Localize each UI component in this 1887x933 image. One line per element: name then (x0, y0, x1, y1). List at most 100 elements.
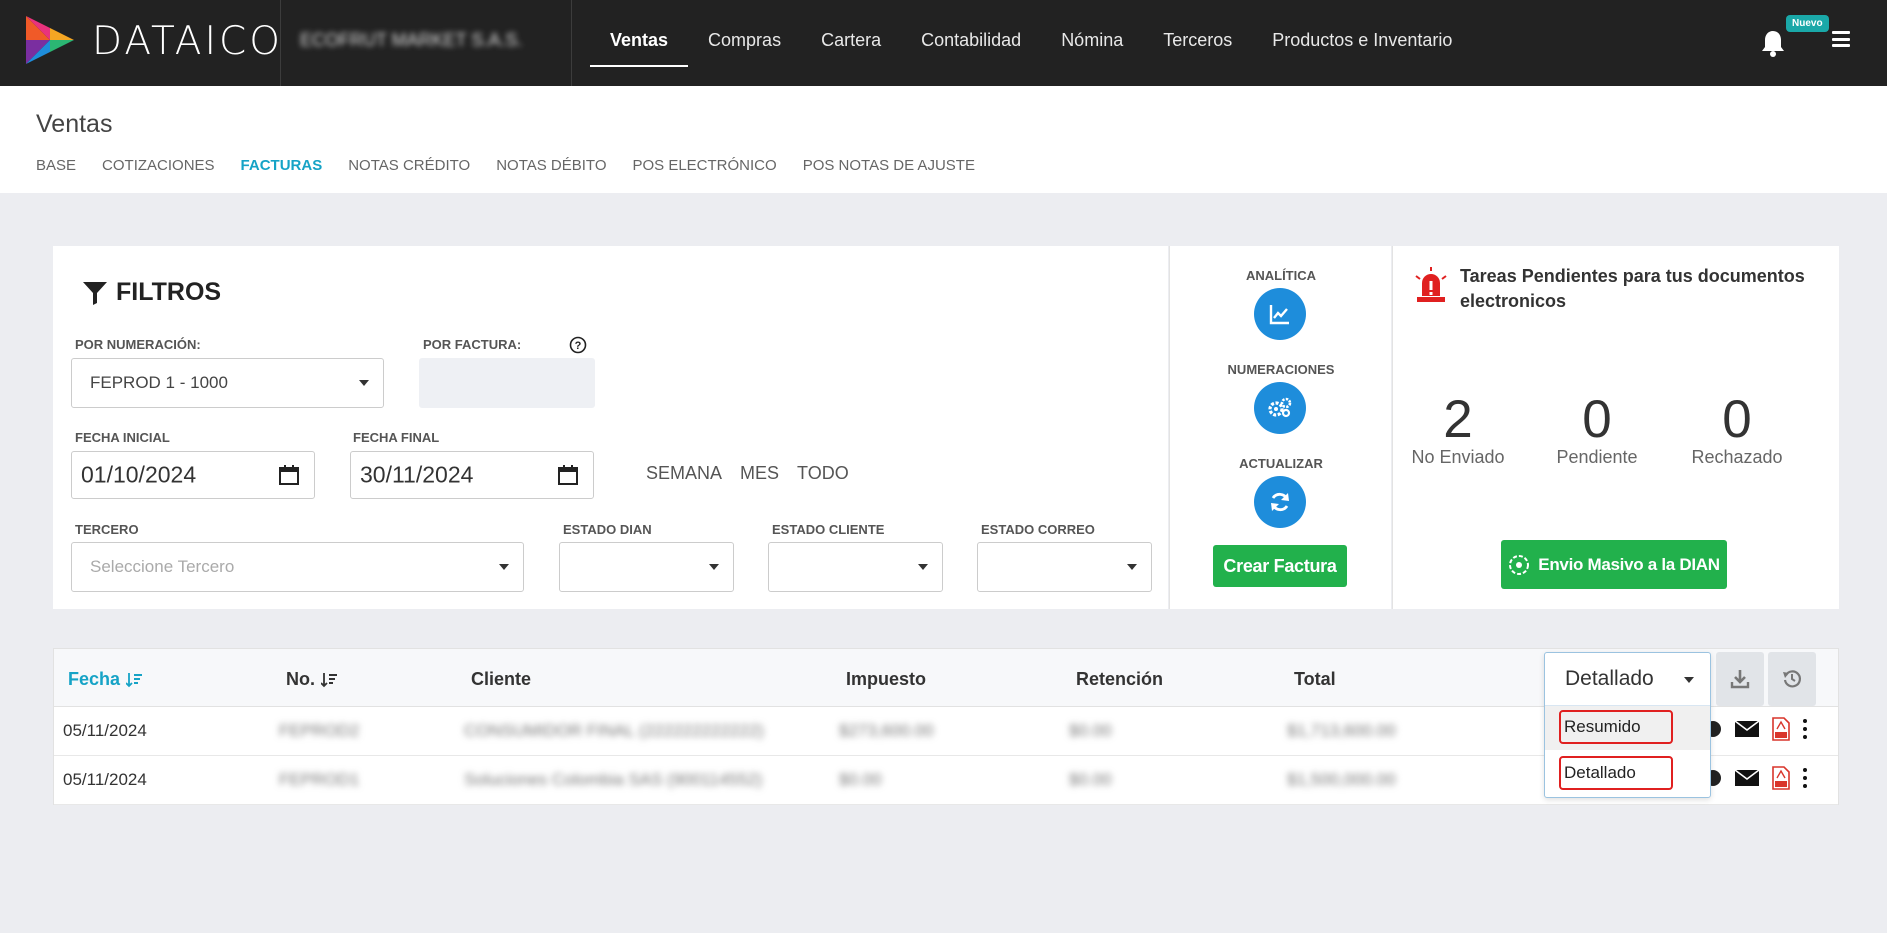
fecha-inicial-label: FECHA INICIAL (75, 430, 170, 445)
view-mode-select[interactable]: Detallado Resumido Detallado (1544, 652, 1711, 798)
estado-dian-select[interactable] (559, 542, 734, 592)
view-mode-options: Resumido Detallado (1545, 705, 1710, 790)
help-icon[interactable]: ? (569, 336, 587, 354)
tab-pos-electronico[interactable]: POS ELECTRÓNICO (632, 157, 776, 174)
download-icon (1730, 670, 1750, 689)
factura-input[interactable] (419, 358, 595, 408)
factura-label: POR FACTURA: (423, 337, 522, 352)
cell-no[interactable]: FEPROD2 (279, 721, 359, 741)
estado-cliente-label: ESTADO CLIENTE (772, 522, 885, 537)
estado-correo-select[interactable] (977, 542, 1152, 592)
col-retencion[interactable]: Retención (1076, 669, 1163, 690)
numeracion-select[interactable]: FEPROD 1 - 1000 (71, 358, 384, 408)
more-vertical-icon[interactable] (1802, 719, 1807, 739)
cell-retencion: $0.00 (1069, 770, 1112, 789)
option-detallado[interactable]: Detallado (1545, 752, 1710, 796)
company-name[interactable]: ECOFRUT MARKET S.A.S. (300, 30, 522, 51)
analitica-button[interactable] (1254, 288, 1306, 340)
cell-cliente: Soluciones Colombia SAS (900114552) (464, 770, 763, 789)
envelope-icon[interactable] (1734, 720, 1760, 738)
tab-base[interactable]: BASE (36, 157, 76, 174)
svg-text:?: ? (575, 340, 582, 352)
col-impuesto[interactable]: Impuesto (846, 669, 926, 690)
fecha-final-input[interactable]: 30/11/2024 (350, 451, 594, 499)
cell-fecha: 05/11/2024 (63, 721, 147, 740)
tab-facturas[interactable]: FACTURAS (241, 157, 323, 174)
stat-pendiente[interactable]: 0 Pendiente (1532, 391, 1662, 468)
tab-pos-notas-ajuste[interactable]: POS NOTAS DE AJUSTE (803, 157, 975, 174)
sort-desc-icon (126, 672, 143, 687)
divider (571, 0, 572, 86)
tasks-title: Tareas Pendientes para tus documentos el… (1460, 266, 1805, 311)
option-resumido-label: Resumido (1564, 717, 1641, 736)
analitica-label: ANALÍTICA (1245, 268, 1317, 283)
envio-masivo-dian-button[interactable]: Envio Masivo a la DIAN (1501, 540, 1727, 589)
cell-fecha: 05/11/2024 (63, 770, 147, 789)
fecha-inicial-input[interactable]: 01/10/2024 (71, 451, 315, 499)
chart-line-icon (1269, 305, 1289, 325)
calendar-icon[interactable] (278, 464, 300, 486)
calendar-icon[interactable] (557, 464, 579, 486)
nav-ventas[interactable]: Ventas (590, 0, 689, 86)
pdf-icon[interactable] (1772, 766, 1790, 790)
tab-notas-debito[interactable]: NOTAS DÉBITO (496, 157, 606, 174)
numeraciones-button[interactable] (1254, 382, 1306, 434)
cell-no[interactable]: FEPROD1 (279, 770, 359, 790)
cell-cliente: CONSUMIDOR FINAL (222222222222) (464, 721, 764, 740)
chevron-down-icon (499, 564, 509, 570)
stat-value: 2 (1443, 390, 1473, 449)
stat-no-enviado[interactable]: 2 No Enviado (1393, 391, 1523, 468)
tab-cotizaciones[interactable]: COTIZACIONES (102, 157, 215, 174)
cell-total: $1,713,600.00 (1287, 721, 1396, 740)
stat-rechazado[interactable]: 0 Rechazado (1672, 391, 1802, 468)
download-button[interactable] (1716, 652, 1764, 706)
filters-panel: FILTROS POR NUMERACIÓN: FEPROD 1 - 1000 … (53, 246, 1168, 609)
subtabs: BASE COTIZACIONES FACTURAS NOTAS CRÉDITO… (36, 157, 975, 174)
chevron-down-icon (359, 380, 369, 386)
actualizar-label: ACTUALIZAR (1239, 456, 1323, 471)
col-cliente[interactable]: Cliente (471, 669, 531, 690)
range-semana-link[interactable]: SEMANA (646, 463, 722, 484)
pdf-icon[interactable] (1772, 717, 1790, 741)
nav-cartera[interactable]: Cartera (801, 0, 901, 86)
estado-cliente-select[interactable] (768, 542, 943, 592)
sort-icon (321, 672, 337, 687)
option-resumido[interactable]: Resumido (1545, 706, 1710, 750)
top-navbar: DATAICO ECOFRUT MARKET S.A.S. Ventas Com… (0, 0, 1887, 86)
hamburger-menu-icon[interactable] (1832, 31, 1850, 47)
col-no[interactable]: No. (286, 669, 337, 690)
tab-notas-credito[interactable]: NOTAS CRÉDITO (348, 157, 470, 174)
stat-label: No Enviado (1411, 447, 1505, 467)
estado-dian-label: ESTADO DIAN (563, 522, 652, 537)
col-fecha[interactable]: Fecha (68, 669, 143, 690)
cell-impuesto: $273,600.00 (839, 721, 934, 740)
more-vertical-icon[interactable] (1802, 768, 1807, 788)
dian-logo-icon (1509, 554, 1530, 575)
nav-compras[interactable]: Compras (688, 0, 801, 86)
gears-icon (1268, 397, 1292, 418)
tercero-label: TERCERO (75, 522, 139, 537)
history-icon (1783, 670, 1802, 688)
col-total[interactable]: Total (1294, 669, 1336, 690)
nav-productos-inventario[interactable]: Productos e Inventario (1252, 0, 1472, 86)
col-fecha-label: Fecha (68, 669, 121, 689)
filters-title: FILTROS (82, 278, 221, 307)
tercero-select[interactable]: Seleccione Tercero (71, 542, 524, 592)
tercero-placeholder: Seleccione Tercero (90, 557, 235, 576)
pending-tasks-panel: Tareas Pendientes para tus documentos el… (1392, 246, 1839, 609)
history-button[interactable] (1768, 652, 1816, 706)
range-todo-link[interactable]: TODO (797, 463, 849, 484)
envelope-icon[interactable] (1734, 769, 1760, 787)
nav-contabilidad[interactable]: Contabilidad (901, 0, 1041, 86)
numeracion-value: FEPROD 1 - 1000 (90, 373, 228, 392)
refresh-icon (1271, 492, 1289, 512)
bell-icon[interactable] (1760, 29, 1786, 57)
range-mes-link[interactable]: MES (740, 463, 779, 484)
crear-factura-button[interactable]: Crear Factura (1213, 545, 1347, 587)
cell-total: $1,500,000.00 (1287, 770, 1396, 789)
dataico-logo-icon[interactable] (24, 14, 76, 66)
estado-correo-label: ESTADO CORREO (981, 522, 1095, 537)
actualizar-button[interactable] (1254, 476, 1306, 528)
nav-terceros[interactable]: Terceros (1143, 0, 1252, 86)
nav-nomina[interactable]: Nómina (1041, 0, 1143, 86)
